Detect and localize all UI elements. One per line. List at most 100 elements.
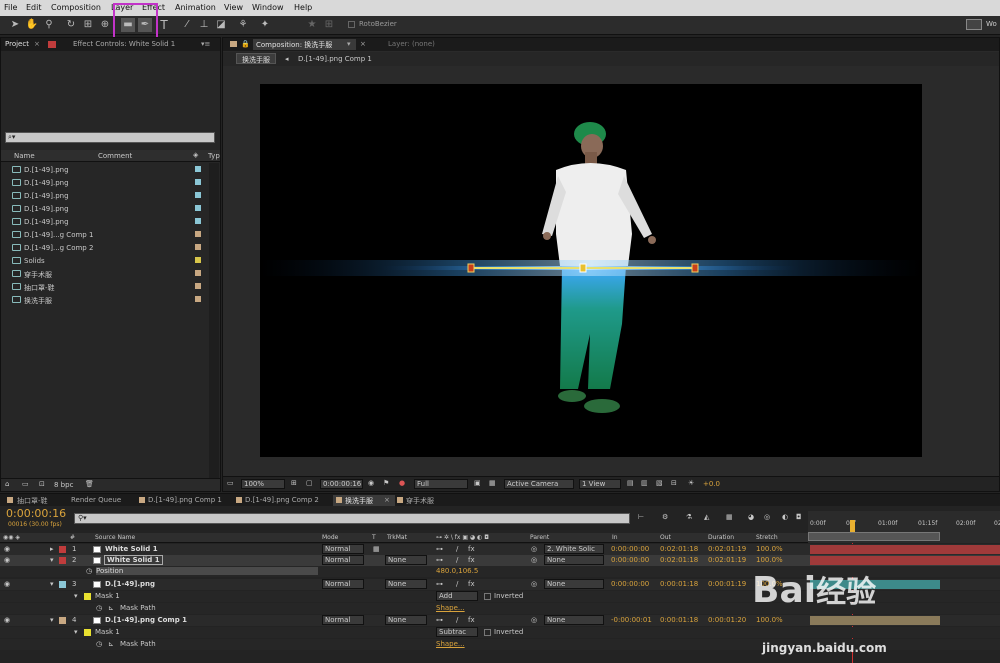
time-ruler[interactable]: 0:00f 00f 01:00f 01:15f 02:00f 02: [808, 511, 1000, 543]
new-comp-icon[interactable]: ⊡: [39, 480, 45, 488]
mask-row[interactable]: ▾ Mask 1 Subtrac Inverted: [0, 627, 1000, 638]
column-mode[interactable]: Mode: [322, 534, 338, 541]
trkmat-dropdown[interactable]: None: [385, 615, 427, 625]
quality-switch-icon[interactable]: /: [456, 556, 458, 564]
new-folder-icon[interactable]: ▭: [22, 480, 29, 488]
mask-stopwatch-icon[interactable]: ◷: [96, 640, 102, 648]
layer-stretch[interactable]: 100.0%: [756, 545, 783, 553]
layer-label-swatch[interactable]: [59, 557, 66, 564]
layer-stretch[interactable]: 100.0%: [756, 616, 783, 624]
breadcrumb-active[interactable]: 换洗手服: [236, 53, 276, 64]
exposure-value[interactable]: +0.0: [703, 480, 720, 488]
mask-visibility-icon[interactable]: ▢: [306, 479, 313, 487]
quality-switch-icon[interactable]: /: [456, 545, 458, 553]
layer-duration[interactable]: 0:00:01:19: [708, 580, 746, 588]
interpret-footage-icon[interactable]: ⌂: [5, 480, 9, 488]
pickwhip-icon[interactable]: ◎: [531, 580, 537, 588]
layer-out[interactable]: 0:00:01:18: [660, 616, 698, 624]
layer-name[interactable]: White Solid 1: [104, 555, 163, 565]
layer-out[interactable]: 0:02:01:18: [660, 556, 698, 564]
pickwhip-icon[interactable]: ◎: [531, 616, 537, 624]
project-item[interactable]: D.[1-49].png: [1, 189, 209, 202]
parent-dropdown[interactable]: None: [544, 615, 604, 625]
transparency-grid-icon[interactable]: ▦: [489, 479, 496, 487]
layer-name[interactable]: White Solid 1: [105, 545, 158, 553]
tab-layer[interactable]: Layer: (none): [388, 40, 435, 48]
project-item[interactable]: D.[1-49].png: [1, 215, 209, 228]
fx-switch-icon[interactable]: fx: [468, 580, 475, 588]
project-item[interactable]: D.[1-49].png: [1, 176, 209, 189]
mask-mode-dropdown[interactable]: Subtrac: [436, 627, 478, 637]
tab-timeline-0[interactable]: 抽口罩-鞋: [17, 496, 48, 506]
auto-keyframe-icon[interactable]: ◘: [796, 513, 802, 521]
tab-timeline-active[interactable]: 换洗手服: [345, 496, 373, 506]
pan-behind-tool-icon[interactable]: ⊕: [98, 18, 112, 32]
tab-timeline-last[interactable]: 穿手术服: [406, 496, 434, 506]
eye-icon[interactable]: ◉: [4, 616, 10, 624]
zoom-dropdown[interactable]: 100%: [241, 479, 285, 489]
column-out[interactable]: Out: [660, 534, 671, 541]
trash-icon[interactable]: 🗑: [85, 480, 94, 488]
twirl-icon[interactable]: ▾: [50, 556, 54, 564]
hand-tool-icon[interactable]: ✋: [25, 18, 39, 32]
tab-project-close-icon[interactable]: ×: [34, 40, 40, 48]
layer-name[interactable]: D.[1-49].png: [105, 580, 155, 588]
menu-edit[interactable]: Edit: [26, 3, 42, 12]
shy-switch-icon[interactable]: ⊶: [436, 580, 443, 588]
eye-icon[interactable]: ◉: [4, 580, 10, 588]
shy-switch-icon[interactable]: ⊶: [436, 556, 443, 564]
shy-switch-icon[interactable]: ⊶: [436, 545, 443, 553]
panel-menu-icon[interactable]: ▾≡: [201, 40, 210, 48]
type-tool-icon[interactable]: T: [157, 18, 171, 32]
mask-mode-dropdown[interactable]: Add: [436, 591, 478, 601]
trkmat-dropdown[interactable]: None: [385, 579, 427, 589]
mask-label[interactable]: Mask 1: [95, 592, 120, 600]
mask-shape-link[interactable]: Shape...: [436, 604, 465, 612]
mask-label[interactable]: Mask 1: [95, 628, 120, 636]
twirl-icon[interactable]: ▾: [50, 616, 54, 624]
layer-duration[interactable]: 0:02:01:19: [708, 556, 746, 564]
layer-duration-bar[interactable]: [810, 616, 940, 625]
mode-dropdown[interactable]: Normal: [322, 555, 364, 565]
eraser-tool-icon[interactable]: ◪: [214, 18, 228, 32]
mode-dropdown[interactable]: Normal: [322, 579, 364, 589]
quality-switch-icon[interactable]: /: [456, 580, 458, 588]
flowchart-icon[interactable]: ⊟: [671, 479, 677, 487]
rotate-tool-icon[interactable]: ↻: [64, 18, 78, 32]
layer-in[interactable]: 0:00:00:00: [611, 556, 649, 564]
column-comment[interactable]: Comment: [98, 152, 132, 160]
pickwhip-icon[interactable]: ◎: [531, 556, 537, 564]
brainstorm-icon[interactable]: ◐: [782, 513, 788, 521]
menu-view[interactable]: View: [224, 3, 243, 12]
safe-zones-icon[interactable]: ⊞: [291, 479, 297, 487]
position-value[interactable]: 480.0,106.5: [436, 567, 478, 575]
graph-editor-icon[interactable]: ◎: [764, 513, 770, 521]
comp-mini-flowchart-icon[interactable]: ⊢: [638, 513, 644, 521]
column-in[interactable]: In: [612, 534, 618, 541]
stopwatch-icon[interactable]: ◷: [86, 567, 92, 575]
camera-dropdown[interactable]: Active Camera: [504, 479, 574, 489]
breadcrumb-next[interactable]: D.[1-49].png Comp 1: [298, 55, 372, 63]
menu-file[interactable]: File: [4, 3, 17, 12]
column-parent[interactable]: Parent: [530, 534, 549, 541]
timeline-icon[interactable]: ▧: [656, 479, 663, 487]
layer-in[interactable]: 0:00:00:00: [611, 545, 649, 553]
playhead[interactable]: [850, 520, 855, 532]
layer-label-swatch[interactable]: [59, 581, 66, 588]
fx-switch-icon[interactable]: fx: [468, 556, 475, 564]
project-item[interactable]: Solids: [1, 254, 209, 267]
layer-duration[interactable]: 0:00:01:20: [708, 616, 746, 624]
column-trkmat[interactable]: TrkMat: [387, 534, 407, 541]
work-area-bar[interactable]: [808, 532, 940, 541]
tab-composition[interactable]: Composition: 换洗手服: [256, 40, 332, 50]
layer-duration-bar[interactable]: [810, 545, 1000, 554]
fx-switch-icon[interactable]: fx: [468, 616, 475, 624]
motion-blur-icon[interactable]: ◕: [748, 513, 754, 521]
twirl-icon[interactable]: ▾: [50, 580, 54, 588]
layer-stretch[interactable]: 100.0%: [756, 556, 783, 564]
workspace-label[interactable]: Wo: [986, 20, 997, 28]
mask-twirl-icon[interactable]: ▾: [74, 628, 78, 636]
project-search-input[interactable]: ⌕▾: [5, 132, 215, 143]
timeline-search-input[interactable]: ⚲▾: [74, 513, 630, 524]
comp-tab-close-icon[interactable]: ×: [360, 40, 366, 48]
